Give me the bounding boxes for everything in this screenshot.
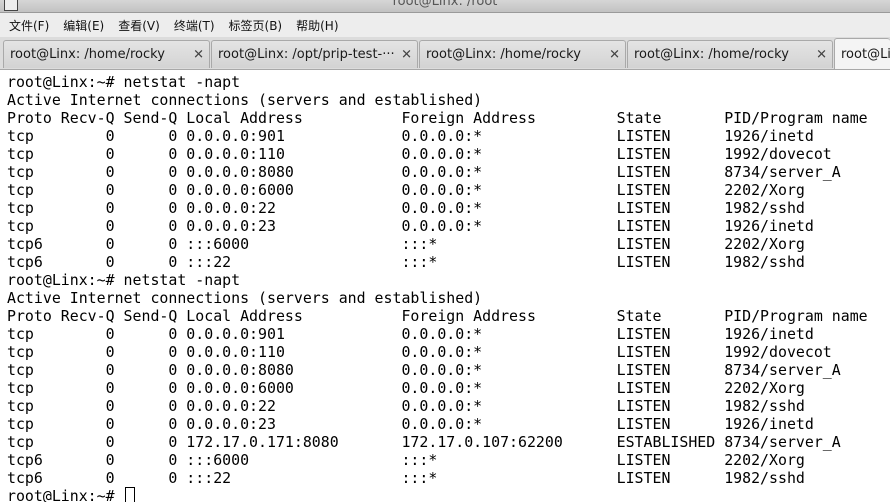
terminal-line: tcp 0 0 0.0.0.0:901 0.0.0.0:* LISTEN 192…	[7, 127, 814, 145]
tab-label: root@Linx	[841, 46, 890, 62]
terminal-line: root@Linx:~# netstat -napt	[7, 271, 241, 289]
tab-5-active[interactable]: root@Linx	[834, 38, 890, 69]
terminal-line: Proto Recv-Q Send-Q Local Address Foreig…	[7, 109, 868, 127]
terminal-line: root@Linx:~# netstat -napt	[7, 73, 241, 91]
close-tab-icon[interactable]: ✕	[193, 48, 204, 61]
tab-bar: root@Linx: /home/rocky ✕ root@Linx: /opt…	[0, 37, 890, 70]
menu-edit[interactable]: 编辑(E)	[58, 17, 109, 34]
terminal-line: tcp 0 0 0.0.0.0:22 0.0.0.0:* LISTEN 1982…	[7, 397, 805, 415]
close-tab-icon[interactable]: ✕	[401, 48, 412, 61]
terminal-line: Active Internet connections (servers and…	[7, 91, 483, 109]
terminal-line: tcp 0 0 0.0.0.0:6000 0.0.0.0:* LISTEN 22…	[7, 379, 805, 397]
terminal-line: tcp6 0 0 :::6000 :::* LISTEN 2202/Xorg	[7, 235, 805, 253]
title-bar: root@Linx: /root	[0, 0, 890, 13]
terminal-line: tcp 0 0 0.0.0.0:110 0.0.0.0:* LISTEN 199…	[7, 145, 832, 163]
terminal-line: tcp6 0 0 :::22 :::* LISTEN 1982/sshd	[7, 469, 805, 487]
terminal-output[interactable]: root@Linx:~# netstat -napt Active Intern…	[0, 70, 890, 502]
close-tab-icon[interactable]: ✕	[816, 48, 827, 61]
prompt-line[interactable]: root@Linx:~#	[7, 487, 135, 502]
terminal-line: tcp6 0 0 :::22 :::* LISTEN 1982/sshd	[7, 253, 805, 271]
window-title: root@Linx: /root	[392, 0, 498, 9]
terminal-line: tcp6 0 0 :::6000 :::* LISTEN 2202/Xorg	[7, 451, 805, 469]
terminal-line: Active Internet connections (servers and…	[7, 289, 483, 307]
prompt-text: root@Linx:~#	[7, 487, 124, 502]
menu-bar: 文件(F) 编辑(E) 查看(V) 终端(T) 标签页(B) 帮助(H)	[0, 13, 890, 37]
terminal-line: tcp 0 0 0.0.0.0:22 0.0.0.0:* LISTEN 1982…	[7, 199, 805, 217]
terminal-line: Proto Recv-Q Send-Q Local Address Foreig…	[7, 307, 868, 325]
tab-label: root@Linx: /home/rocky	[426, 47, 581, 62]
tab-label: root@Linx: /home/rocky	[10, 47, 165, 62]
terminal-line: tcp 0 0 172.17.0.171:8080 172.17.0.107:6…	[7, 433, 841, 451]
terminal-line: tcp 0 0 0.0.0.0:6000 0.0.0.0:* LISTEN 22…	[7, 181, 805, 199]
terminal-line: tcp 0 0 0.0.0.0:110 0.0.0.0:* LISTEN 199…	[7, 343, 832, 361]
tab-label: root@Linx: /home/rocky	[634, 47, 789, 62]
menu-tabs[interactable]: 标签页(B)	[224, 17, 288, 34]
menu-view[interactable]: 查看(V)	[113, 17, 165, 34]
close-tab-icon[interactable]: ✕	[609, 48, 620, 61]
tab-3[interactable]: root@Linx: /home/rocky ✕	[419, 40, 626, 68]
menu-file[interactable]: 文件(F)	[4, 17, 54, 34]
text-cursor	[124, 487, 135, 502]
tab-2[interactable]: root@Linx: /opt/prip-test-··· ✕	[211, 40, 418, 68]
tab-label: root@Linx: /opt/prip-test-···	[218, 47, 395, 62]
menu-help[interactable]: 帮助(H)	[291, 17, 343, 34]
terminal-line: tcp 0 0 0.0.0.0:23 0.0.0.0:* LISTEN 1926…	[7, 415, 814, 433]
terminal-line: tcp 0 0 0.0.0.0:23 0.0.0.0:* LISTEN 1926…	[7, 217, 814, 235]
tab-1[interactable]: root@Linx: /home/rocky ✕	[3, 40, 210, 68]
terminal-line: tcp 0 0 0.0.0.0:901 0.0.0.0:* LISTEN 192…	[7, 325, 814, 343]
menu-terminal[interactable]: 终端(T)	[169, 17, 220, 34]
tab-4[interactable]: root@Linx: /home/rocky ✕	[627, 40, 833, 68]
terminal-line: tcp 0 0 0.0.0.0:8080 0.0.0.0:* LISTEN 87…	[7, 163, 841, 181]
terminal-line: tcp 0 0 0.0.0.0:8080 0.0.0.0:* LISTEN 87…	[7, 361, 841, 379]
